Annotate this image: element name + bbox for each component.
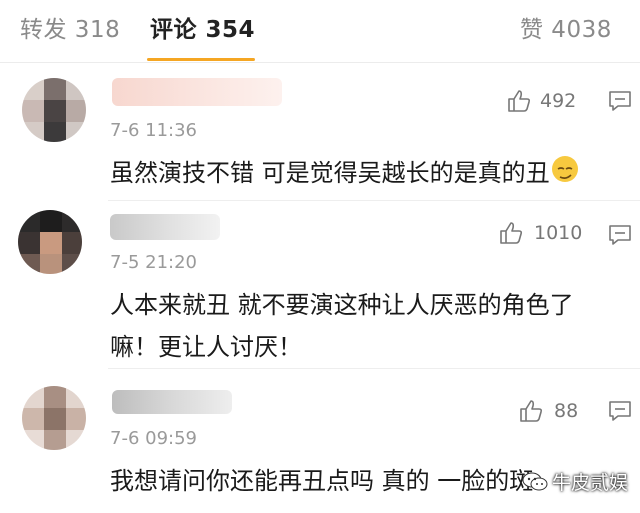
comment-text-line: 人本来就丑 就不要演这种让人厌恶的角色了 <box>110 291 574 319</box>
divider <box>108 200 640 201</box>
comment-item: 7-6 11:36 虽然演技不错 可是觉得吴越长的是真的丑 492 <box>0 62 640 202</box>
tab-comments[interactable]: 评论 354 <box>150 10 255 44</box>
avatar[interactable] <box>22 386 86 450</box>
divider <box>108 368 640 369</box>
comment-time: 7-6 09:59 <box>110 428 197 449</box>
wechat-logo-icon <box>522 472 548 491</box>
thumbs-up-icon[interactable] <box>506 88 532 114</box>
tab-likes[interactable]: 赞 4038 <box>520 10 612 44</box>
comment-text: 人本来就丑 就不要演这种让人厌恶的角色了 嘛！更让人讨厌！ <box>110 284 574 368</box>
avatar[interactable] <box>22 78 86 142</box>
tab-repost[interactable]: 转发 318 <box>20 10 120 44</box>
thumbs-up-icon[interactable] <box>498 220 524 246</box>
comment-time: 7-6 11:36 <box>110 120 197 141</box>
active-tab-indicator <box>147 58 255 61</box>
thumbs-up-icon[interactable] <box>518 398 544 424</box>
username-blurred[interactable] <box>110 214 220 240</box>
smirk-emoji-icon <box>551 156 578 182</box>
comment-text-line: 嘛！更让人讨厌！ <box>110 333 302 361</box>
comment-text: 我想请问你还能再丑点吗 真的 一脸的斑 <box>110 467 534 495</box>
reply-comment-icon[interactable] <box>608 224 632 246</box>
like-count: 492 <box>540 90 577 112</box>
username-blurred[interactable] <box>112 78 282 106</box>
comment-text: 虽然演技不错 可是觉得吴越长的是真的丑 <box>110 152 578 194</box>
username-blurred[interactable] <box>112 390 232 414</box>
like-count: 88 <box>554 400 579 422</box>
watermark: 牛皮贰娱 <box>522 468 628 495</box>
comment-text-content: 虽然演技不错 可是觉得吴越长的是真的丑 <box>110 159 550 187</box>
reply-comment-icon[interactable] <box>608 400 632 422</box>
tab-bar: 转发 318 评论 354 赞 4038 <box>0 0 640 63</box>
like-count: 1010 <box>534 222 583 244</box>
watermark-text: 牛皮贰娱 <box>551 472 628 494</box>
reply-comment-icon[interactable] <box>608 90 632 112</box>
comment-time: 7-5 21:20 <box>110 252 197 273</box>
comment-item: 7-5 21:20 人本来就丑 就不要演这种让人厌恶的角色了 嘛！更让人讨厌！ … <box>0 202 640 370</box>
avatar[interactable] <box>18 210 82 274</box>
